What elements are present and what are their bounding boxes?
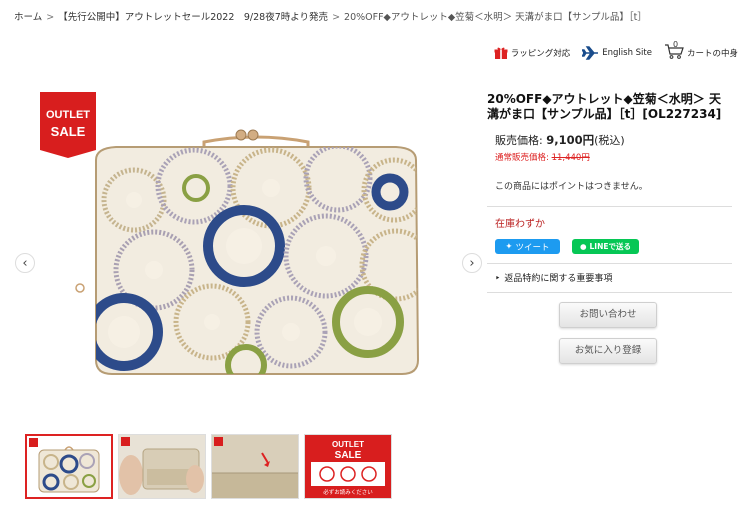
thumbnail-1[interactable] xyxy=(25,434,113,499)
cart-link[interactable]: 0 カートの中身 xyxy=(664,40,738,62)
thumbnail-4[interactable]: OUTLET SALE 必ずお読みください xyxy=(304,434,392,499)
prev-image-button[interactable]: ‹ xyxy=(15,253,35,273)
line-icon: ● xyxy=(579,242,587,251)
breadcrumb-current: 20%OFF◆アウトレット◆笠菊＜水明＞ 天溝がま口【サンプル品】［t］ xyxy=(344,12,647,23)
thumb4-footer: 必ずお読みください xyxy=(323,488,373,496)
breadcrumb-separator: > xyxy=(332,12,341,23)
tweet-button[interactable]: ✦ ツイート xyxy=(495,239,560,254)
line-label: LINEで送る xyxy=(589,242,632,251)
breadcrumb-separator: > xyxy=(46,12,55,23)
thumb-interior-image xyxy=(119,435,205,498)
tweet-label: ツイート xyxy=(515,242,550,253)
breadcrumb-sale-category[interactable]: 【先行公開中】アウトレットセール2022 9/28夜7時より発売 xyxy=(58,12,328,23)
regular-price-value: 11,440円 xyxy=(551,153,590,163)
product-title: 20%OFF◆アウトレット◆笠菊＜水明＞ 天溝がま口【サンプル品】［t］[OL2… xyxy=(487,92,722,121)
chevron-left-icon: ‹ xyxy=(22,255,28,271)
thumb4-line1: OUTLET xyxy=(332,440,364,449)
english-site-label: English Site xyxy=(602,47,652,58)
wrapping-label: ラッピング対応 xyxy=(510,48,571,59)
header-links: ラッピング対応 English Site 0 カートの中身 xyxy=(482,40,738,62)
stock-status: 在庫わずか xyxy=(495,219,545,230)
thumb-purse-image xyxy=(27,436,111,497)
returns-policy-link[interactable]: 返品特約に関する重要事項 xyxy=(487,263,732,293)
points-note: この商品にはポイントはつきません。 xyxy=(495,182,648,192)
price-label: 販売価格: xyxy=(495,134,543,147)
tax-note: (税込) xyxy=(594,134,625,147)
product-info: 20%OFF◆アウトレット◆笠菊＜水明＞ 天溝がま口【サンプル品】［t］[OL2… xyxy=(487,92,732,364)
line-share-button[interactable]: ● LINEで送る xyxy=(572,239,639,254)
main-product-image[interactable]: OUTLET SALE xyxy=(36,90,476,425)
breadcrumb: ホーム > 【先行公開中】アウトレットセール2022 9/28夜7時より発売 >20%… xyxy=(14,9,647,23)
social-buttons: ✦ ツイート ● LINEで送る xyxy=(487,239,732,254)
cart-icon-wrap: 0 xyxy=(664,40,687,62)
next-image-button[interactable]: › xyxy=(462,253,482,273)
thumb-detail-image xyxy=(212,435,298,498)
thumb-outlet-notice-image: OUTLET SALE 必ずお読みください xyxy=(305,435,391,498)
inquiry-button[interactable]: お問い合わせ xyxy=(559,302,657,328)
chevron-right-icon: › xyxy=(469,255,475,271)
thumbnail-2[interactable] xyxy=(118,434,206,499)
airplane-icon xyxy=(582,45,599,60)
regular-price-label: 通常販売価格: xyxy=(495,153,549,163)
breadcrumb-home[interactable]: ホーム xyxy=(14,12,42,23)
cart-count: 0 xyxy=(672,40,679,49)
thumb4-line2: SALE xyxy=(335,450,362,461)
thumbnail-strip: OUTLET SALE 必ずお読みください xyxy=(25,434,397,499)
outlet-sale-badge: OUTLET SALE xyxy=(40,92,96,158)
badge-line2: SALE xyxy=(51,124,86,139)
price-value: 9,100円 xyxy=(546,133,595,147)
thumbnail-3[interactable] xyxy=(211,434,299,499)
wrapping-link[interactable]: ラッピング対応 xyxy=(494,46,571,60)
badge-line1: OUTLET xyxy=(46,109,90,121)
gift-icon xyxy=(494,47,508,59)
cart-label: カートの中身 xyxy=(686,48,738,59)
price-block: 販売価格: 9,100円(税込) 通常販売価格: 11,440円 xyxy=(487,132,732,163)
english-site-link[interactable]: English Site xyxy=(582,45,652,60)
purse-illustration xyxy=(75,129,420,375)
regular-price-row: 通常販売価格: 11,440円 xyxy=(495,151,732,163)
add-favorite-button[interactable]: お気に入り登録 xyxy=(559,338,657,364)
price-row: 販売価格: 9,100円(税込) xyxy=(495,132,732,148)
bird-icon: ✦ xyxy=(505,241,513,252)
